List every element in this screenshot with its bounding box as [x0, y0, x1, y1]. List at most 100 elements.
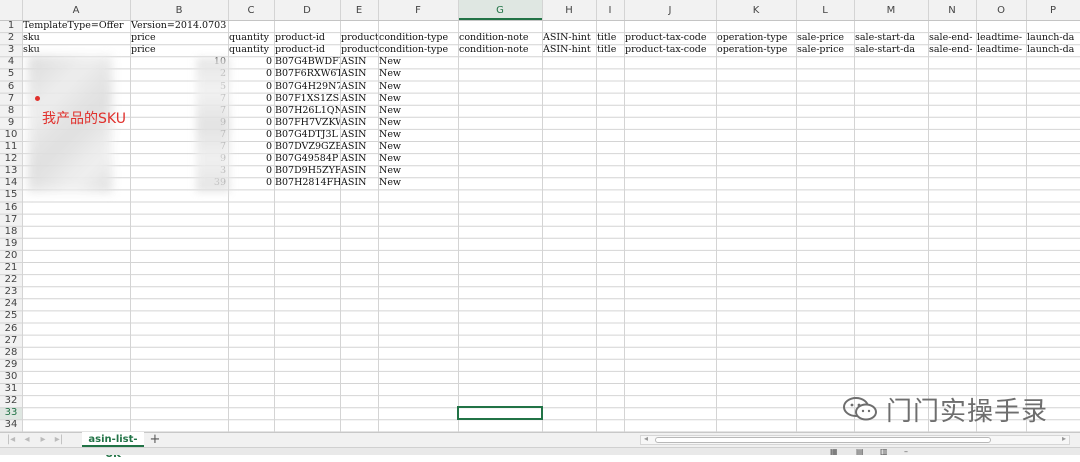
cell-d4[interactable]: B07G4BWDFD	[274, 56, 340, 68]
row-header-3[interactable]: 3	[0, 44, 22, 56]
cell-c6[interactable]: 0	[228, 81, 274, 93]
cell-c11[interactable]: 0	[228, 141, 274, 153]
cell-d12[interactable]: B07G49584P	[274, 153, 340, 165]
row-header-22[interactable]: 22	[0, 274, 22, 286]
cell-f3[interactable]: condition-type	[378, 44, 458, 56]
cell-h2[interactable]: ASIN-hint	[542, 32, 596, 44]
column-header-f[interactable]: F	[378, 4, 458, 18]
cell-e13[interactable]: ASIN	[340, 165, 378, 177]
normal-view-icon[interactable]: ▦	[830, 448, 838, 455]
cell-e3[interactable]: product	[340, 44, 378, 56]
column-header-p[interactable]: P	[1026, 4, 1080, 18]
next-sheet-icon[interactable]: ▸	[36, 433, 50, 447]
cell-c8[interactable]: 0	[228, 105, 274, 117]
cell-e7[interactable]: ASIN	[340, 93, 378, 105]
row-header-2[interactable]: 2	[0, 32, 22, 44]
cell-g2[interactable]: condition-note	[458, 32, 542, 44]
row-header-11[interactable]: 11	[0, 141, 22, 153]
cell-c13[interactable]: 0	[228, 165, 274, 177]
cell-d3[interactable]: product-id	[274, 44, 340, 56]
cell-c4[interactable]: 0	[228, 56, 274, 68]
row-header-7[interactable]: 7	[0, 93, 22, 105]
row-header-8[interactable]: 8	[0, 105, 22, 117]
cell-b1[interactable]: Version=2014.0703	[130, 20, 230, 32]
column-header-e[interactable]: E	[340, 4, 378, 18]
cell-o3[interactable]: leadtime-	[976, 44, 1026, 56]
cell-m2[interactable]: sale-start-da	[854, 32, 928, 44]
row-header-28[interactable]: 28	[0, 347, 22, 359]
cell-d11[interactable]: B07DVZ9GZB	[274, 141, 340, 153]
row-header-17[interactable]: 17	[0, 214, 22, 226]
cell-e10[interactable]: ASIN	[340, 129, 378, 141]
row-header-10[interactable]: 10	[0, 129, 22, 141]
cell-d7[interactable]: B07F1XS1ZS	[274, 93, 340, 105]
cell-i3[interactable]: title	[596, 44, 624, 56]
row-header-18[interactable]: 18	[0, 226, 22, 238]
cell-f6[interactable]: New	[378, 81, 458, 93]
row-header-1[interactable]: 1	[0, 20, 22, 32]
column-header-h[interactable]: H	[542, 4, 596, 18]
cell-o2[interactable]: leadtime-	[976, 32, 1026, 44]
cell-g3[interactable]: condition-note	[458, 44, 542, 56]
column-header-d[interactable]: D	[274, 4, 340, 18]
cell-b3[interactable]: price	[130, 44, 228, 56]
row-header-15[interactable]: 15	[0, 189, 22, 201]
cell-c14[interactable]: 0	[228, 177, 274, 189]
cell-p3[interactable]: launch-da	[1026, 44, 1080, 56]
page-break-icon[interactable]: ▥	[880, 448, 888, 455]
horizontal-scroll-thumb[interactable]	[655, 437, 991, 443]
cell-e2[interactable]: product	[340, 32, 378, 44]
cell-j3[interactable]: product-tax-code	[624, 44, 716, 56]
cell-n3[interactable]: sale-end-	[928, 44, 976, 56]
cell-f4[interactable]: New	[378, 56, 458, 68]
cell-f14[interactable]: New	[378, 177, 458, 189]
column-header-i[interactable]: I	[596, 4, 624, 18]
cell-f8[interactable]: New	[378, 105, 458, 117]
cell-d5[interactable]: B07F6RXW6T	[274, 68, 340, 80]
column-header-l[interactable]: L	[796, 4, 854, 18]
cell-f2[interactable]: condition-type	[378, 32, 458, 44]
row-header-33[interactable]: 33	[0, 407, 22, 419]
column-header-j[interactable]: J	[624, 4, 716, 18]
cell-a2[interactable]: sku	[22, 32, 130, 44]
sheet-tab-asin-list-uk[interactable]: asin-list-UK	[82, 432, 144, 460]
row-header-12[interactable]: 12	[0, 153, 22, 165]
row-header-20[interactable]: 20	[0, 250, 22, 262]
cell-d2[interactable]: product-id	[274, 32, 340, 44]
cell-e4[interactable]: ASIN	[340, 56, 378, 68]
last-sheet-icon[interactable]: ▸|	[52, 433, 66, 447]
cell-e12[interactable]: ASIN	[340, 153, 378, 165]
row-header-16[interactable]: 16	[0, 202, 22, 214]
row-header-27[interactable]: 27	[0, 335, 22, 347]
cell-i2[interactable]: title	[596, 32, 624, 44]
row-header-34[interactable]: 34	[0, 419, 22, 431]
column-header-n[interactable]: N	[928, 4, 976, 18]
page-layout-icon[interactable]: ▤	[856, 448, 864, 455]
horizontal-scrollbar[interactable]: ◂ ▸	[640, 434, 1070, 445]
cell-m3[interactable]: sale-start-da	[854, 44, 928, 56]
row-header-26[interactable]: 26	[0, 323, 22, 335]
scroll-right-icon[interactable]: ▸	[1062, 434, 1066, 443]
cell-k2[interactable]: operation-type	[716, 32, 796, 44]
cell-c9[interactable]: 0	[228, 117, 274, 129]
add-sheet-button[interactable]: +	[148, 433, 162, 447]
cell-f13[interactable]: New	[378, 165, 458, 177]
cell-c10[interactable]: 0	[228, 129, 274, 141]
row-header-6[interactable]: 6	[0, 81, 22, 93]
column-header-c[interactable]: C	[228, 4, 274, 18]
row-header-13[interactable]: 13	[0, 165, 22, 177]
row-header-19[interactable]: 19	[0, 238, 22, 250]
cell-e14[interactable]: ASIN	[340, 177, 378, 189]
cell-d13[interactable]: B07D9H5ZYF	[274, 165, 340, 177]
row-header-23[interactable]: 23	[0, 286, 22, 298]
scroll-left-icon[interactable]: ◂	[644, 434, 648, 443]
cell-c7[interactable]: 0	[228, 93, 274, 105]
cell-d9[interactable]: B07FH7VZKW	[274, 117, 340, 129]
cell-n2[interactable]: sale-end-	[928, 32, 976, 44]
column-header-b[interactable]: B	[130, 4, 228, 18]
cell-c12[interactable]: 0	[228, 153, 274, 165]
cell-f11[interactable]: New	[378, 141, 458, 153]
cell-e5[interactable]: ASIN	[340, 68, 378, 80]
cell-f12[interactable]: New	[378, 153, 458, 165]
row-header-30[interactable]: 30	[0, 371, 22, 383]
